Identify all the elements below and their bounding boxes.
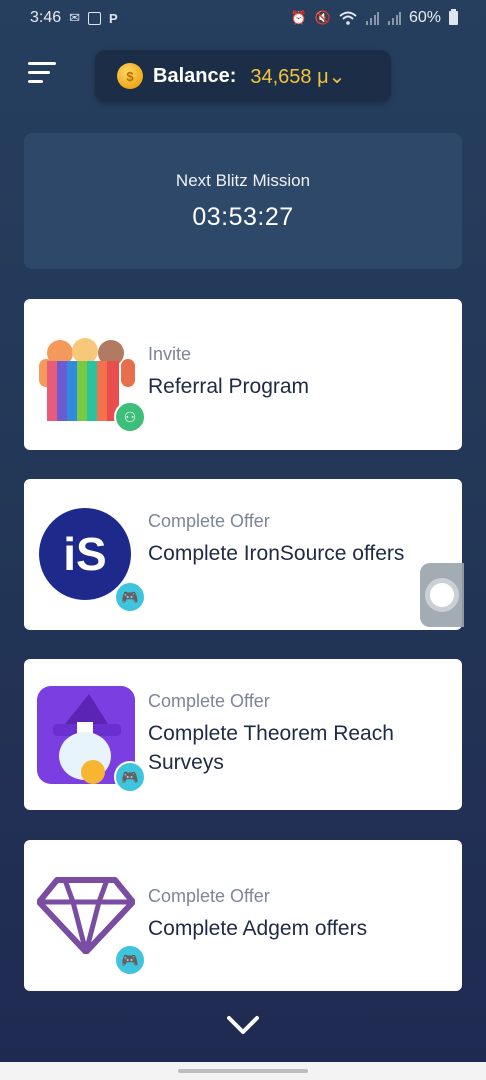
balance-value: 34,658 μ⌄ (250, 64, 345, 89)
offer-text: Complete Offer Complete IronSource offer… (148, 511, 448, 568)
offer-type: Complete Offer (148, 691, 270, 711)
floating-assist-button[interactable] (420, 563, 464, 627)
offer-title: Complete Theorem Reach Surveys (148, 722, 394, 774)
offer-card-adgem[interactable]: 🎮 Complete Offer Complete Adgem offers (24, 840, 462, 991)
gem-logo (37, 877, 135, 954)
status-left: 3:46 ✉ P (30, 9, 118, 27)
assist-circle-icon (425, 578, 459, 612)
hamburger-menu-icon[interactable] (28, 62, 58, 84)
offer-card-ironsource[interactable]: iS 🎮 Complete Offer Complete IronSource … (24, 479, 462, 630)
balance-label: Balance: (153, 64, 237, 87)
battery-percent: 60% (408, 9, 441, 26)
offer-type: Invite (148, 344, 192, 364)
mute-icon: 🔇 (314, 10, 331, 25)
home-indicator[interactable] (178, 1069, 308, 1073)
offer-title: Complete Adgem offers (148, 917, 368, 940)
wifi-icon (339, 11, 357, 25)
gamepad-icon: 🎮 (114, 761, 146, 793)
mission-title: Next Blitz Mission (175, 170, 311, 190)
gamepad-icon: 🎮 (114, 581, 146, 613)
balance-pill[interactable]: $ Balance: 34,658 μ⌄ (95, 50, 391, 102)
offer-type: Complete Offer (148, 511, 270, 531)
coin-icon: $ (117, 63, 143, 89)
status-time: 3:46 (30, 9, 62, 26)
link-icon: ⚇ (114, 401, 146, 433)
screen-icon (88, 11, 102, 25)
status-bar: 3:46 ✉ P ⏰ 🔇 60% (0, 0, 486, 36)
signal-icon (387, 12, 401, 25)
gamepad-icon: 🎮 (114, 944, 146, 976)
offer-type: Complete Offer (148, 886, 270, 906)
balance-amount: 34,658 (250, 65, 312, 88)
offer-card-referral[interactable]: ⚇ Invite Referral Program (24, 299, 462, 450)
currency-tilde-icon: ⌄ (328, 65, 346, 88)
chevron-down-icon[interactable] (226, 1013, 260, 1037)
offer-text: Invite Referral Program (148, 344, 448, 401)
mission-card: Next Blitz Mission 03:53:27 (24, 133, 462, 269)
message-icon: ✉ (69, 10, 81, 25)
alarm-icon: ⏰ (290, 10, 307, 25)
offer-title: Referral Program (148, 375, 310, 398)
offer-title: Complete IronSource offers (148, 542, 405, 565)
mission-timer: 03:53:27 (192, 202, 294, 231)
currency-symbol: μ (317, 65, 329, 88)
svg-text:iS: iS (63, 528, 106, 580)
offer-text: Complete Offer Complete Adgem offers (148, 886, 448, 943)
p-icon: P (109, 10, 118, 26)
signal-icon (365, 12, 379, 25)
offer-card-theoremreach[interactable]: 🎮 Complete Offer Complete Theorem Reach … (24, 659, 462, 810)
status-right: ⏰ 🔇 60% (291, 9, 458, 27)
system-nav-bar (0, 1062, 486, 1080)
battery-icon (449, 9, 458, 25)
offer-text: Complete Offer Complete Theorem Reach Su… (148, 691, 448, 777)
